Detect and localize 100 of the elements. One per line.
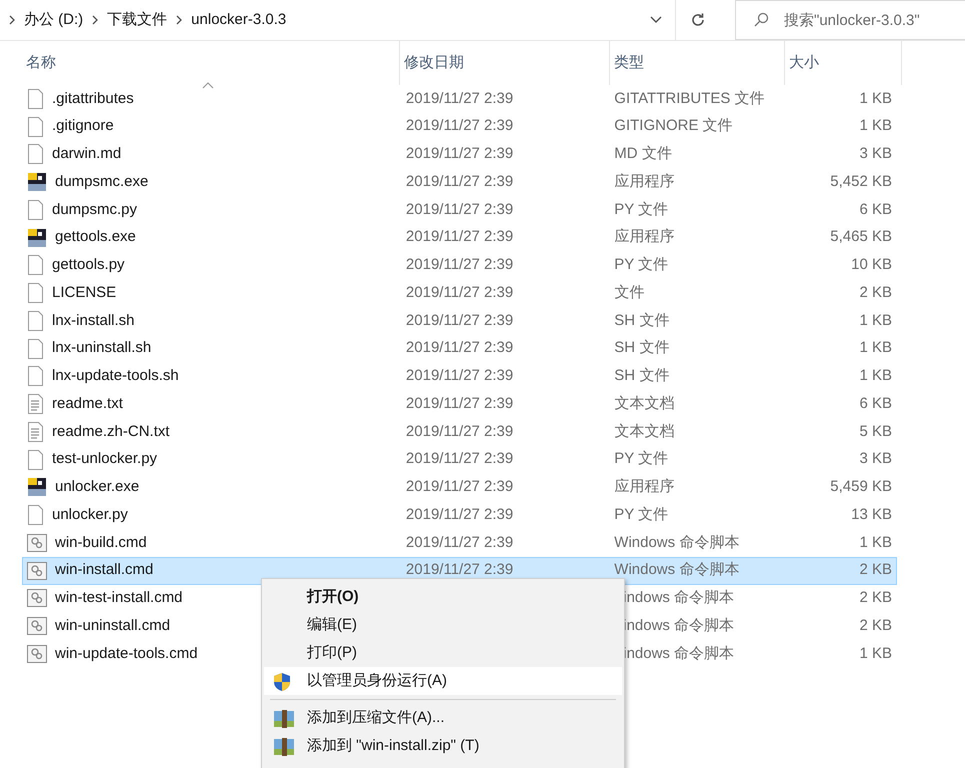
file-icon [27,88,44,109]
file-type: 文本文档 [614,394,674,412]
file-type: GITATTRIBUTES 文件 [614,90,765,107]
file-name[interactable]: lnx-uninstall.sh [52,337,152,360]
modified-date: 2019/11/27 2:39 [406,561,514,578]
file-size: 1 KB [859,644,892,662]
chevron-icon [91,14,100,26]
file-type: Windows 命令脚本 [614,561,740,578]
menu-item[interactable]: 打开(O) [264,583,622,611]
file-size: 5 KB [859,422,892,440]
archive-icon [273,709,295,729]
file-type: SH 文件 [614,367,670,384]
file-icon [27,283,44,304]
file-name[interactable]: win-install.cmd [55,559,154,582]
file-type: SH 文件 [614,339,670,356]
file-name[interactable]: win-update-tools.cmd [55,642,198,666]
modified-date: 2019/11/27 2:39 [406,506,514,523]
file-name[interactable]: unlocker.py [52,504,128,526]
file-type: 文本文档 [614,422,674,440]
file-size: 2 KB [859,284,892,301]
file-type: 应用程序 [614,228,674,246]
file-name[interactable]: LICENSE [52,282,116,304]
file-name[interactable]: dumpsmc.py [52,198,138,222]
breadcrumb-item[interactable]: unlocker-3.0.3 [191,8,286,32]
chevron-icon [8,14,16,26]
modified-date: 2019/11/27 2:39 [406,394,514,412]
file-type: MD 文件 [614,145,672,162]
file-size: 1 KB [859,117,892,134]
file-icon [27,505,44,526]
sort-icon [202,81,214,89]
file-name[interactable]: darwin.md [52,143,122,166]
script-file-icon [27,644,47,663]
file-icon [27,366,44,386]
script-file-icon [27,617,47,636]
file-size: 1 KB [859,534,892,551]
file-size: 10 KB [851,256,892,274]
modified-date: 2019/11/27 2:39 [406,228,514,246]
file-size: 3 KB [859,145,892,162]
file-name[interactable]: lnx-update-tools.sh [52,365,179,388]
breadcrumb-item[interactable]: 下载文件 [107,8,168,32]
menu-item[interactable]: 添加到压缩文件(A)... [264,704,622,732]
modified-date: 2019/11/27 2:39 [406,90,514,107]
file-size: 5,452 KB [830,172,892,190]
column-header[interactable]: 类型 [610,41,785,85]
archive-icon [273,737,295,757]
modified-date: 2019/11/27 2:39 [406,339,514,356]
file-type: indows 命令脚本 [623,616,734,634]
file-size: 2 KB [859,589,892,606]
file-name[interactable]: dumpsmc.exe [55,170,148,194]
search-icon [753,12,769,28]
modified-date: 2019/11/27 2:39 [406,256,514,274]
modified-date: 2019/11/27 2:39 [406,422,514,440]
file-name[interactable]: win-test-install.cmd [55,587,183,610]
modified-date: 2019/11/27 2:39 [406,172,514,190]
column-header[interactable]: 名称 [22,41,400,85]
file-type: PY 文件 [614,200,668,218]
file-name[interactable]: readme.txt [52,392,123,416]
application-icon [27,172,47,192]
modified-date: 2019/11/27 2:39 [406,534,514,551]
file-type: PY 文件 [614,506,668,523]
file-type: 文件 [614,284,644,301]
file-name[interactable]: win-build.cmd [55,532,147,554]
file-icon [27,200,44,220]
file-type: PY 文件 [614,256,668,274]
modified-date: 2019/11/27 2:39 [406,145,514,162]
file-name[interactable]: gettools.exe [55,226,136,249]
modified-date: 2019/11/27 2:39 [406,367,514,384]
file-size: 5,459 KB [830,478,892,496]
breadcrumb-item[interactable]: 办公 (D:) [24,8,84,32]
file-icon [27,450,44,470]
application-icon [27,477,47,498]
file-icon [27,310,44,331]
file-name[interactable]: .gitignore [52,115,114,138]
column-header[interactable]: 修改日期 [400,41,610,85]
script-file-icon [27,534,47,552]
file-size: 6 KB [859,200,892,218]
file-type: Windows 命令脚本 [614,534,740,551]
file-name[interactable]: test-unlocker.py [52,448,158,471]
file-name[interactable]: unlocker.exe [55,476,140,499]
modified-date: 2019/11/27 2:39 [406,117,514,134]
menu-item[interactable]: 以管理员身份运行(A) [264,667,622,695]
file-size: 1 KB [859,339,892,356]
column-header[interactable]: 大小 [785,41,902,85]
file-name[interactable]: .gitattributes [52,88,134,110]
file-name[interactable]: win-uninstall.cmd [55,614,170,638]
file-icon [27,255,44,276]
script-file-icon [27,562,47,580]
file-name[interactable]: gettools.py [52,254,125,277]
file-size: 1 KB [859,312,892,329]
file-size: 13 KB [851,506,892,523]
file-name[interactable]: readme.zh-CN.txt [52,420,170,444]
search-field[interactable]: 搜索"unlocker-3.0.3" [735,0,965,40]
file-size: 2 KB [859,616,892,634]
file-row[interactable]: win-install.cmd 2019/11/27 2:39 Windows 命令脚本 2 KB [22,556,897,584]
menu-item[interactable]: 编辑(E) [264,611,622,639]
file-icon [27,144,44,164]
file-size: 3 KB [859,450,892,468]
menu-item[interactable]: 添加到 "win-install.zip" (T) [264,732,622,760]
menu-item[interactable]: 打印(P) [264,639,622,667]
file-name[interactable]: lnx-install.sh [52,310,135,332]
